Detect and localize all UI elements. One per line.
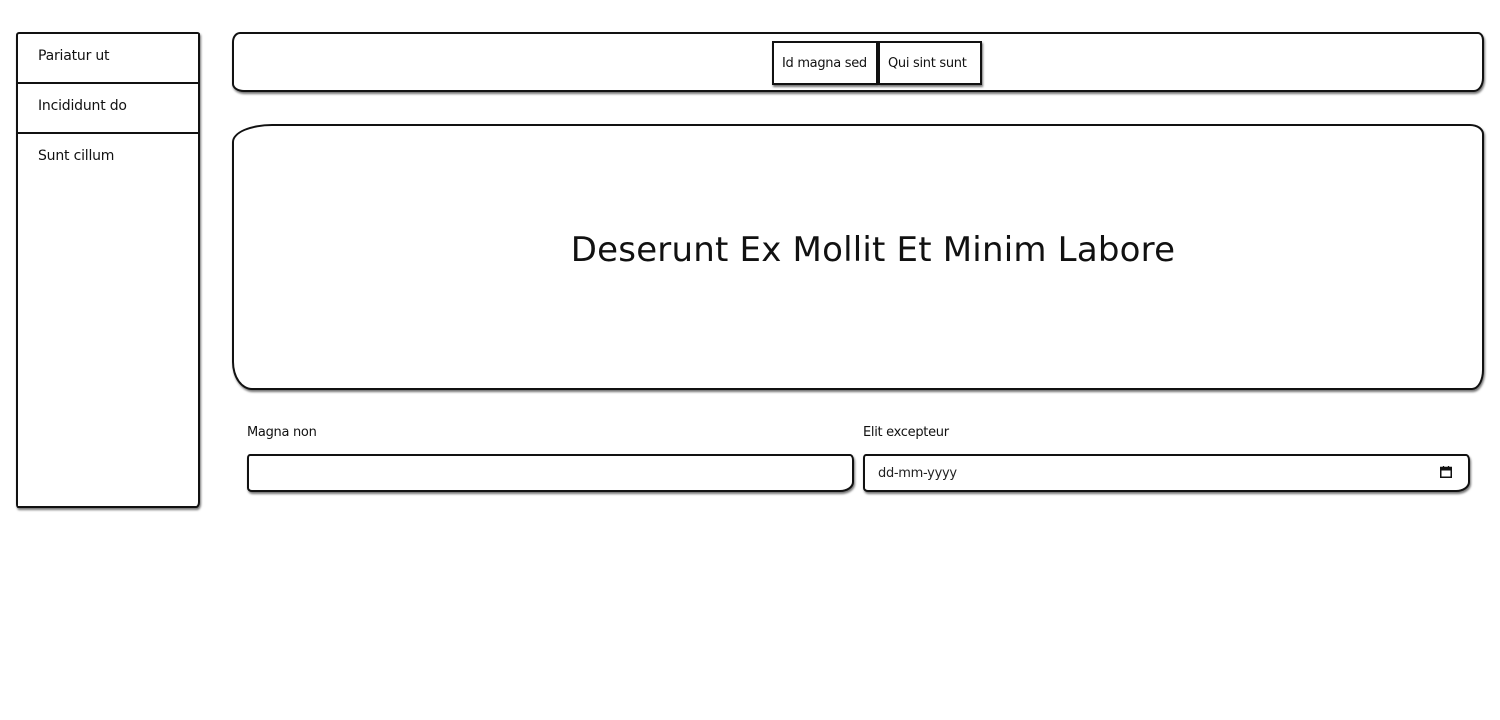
calendar-icon[interactable] <box>1440 466 1452 478</box>
sidebar-item-incididunt-do[interactable]: Incididunt do <box>18 84 198 134</box>
id-magna-sed-button[interactable]: Id magna sed <box>772 41 878 85</box>
sidebar-item-pariatur-ut[interactable]: Pariatur ut <box>18 34 198 84</box>
hero-title: Deserunt Ex Mollit Et Minim Labore <box>570 230 1176 270</box>
elit-excepteur-label: Elit excepteur <box>863 425 949 440</box>
hero-banner: Deserunt Ex Mollit Et Minim Labore <box>232 124 1484 390</box>
date-placeholder: dd-mm-yyyy <box>878 466 957 481</box>
top-bar: Id magna sed Qui sint sunt <box>232 32 1484 92</box>
top-bar-button-group: Id magna sed Qui sint sunt <box>772 41 982 85</box>
magna-non-label: Magna non <box>247 425 317 440</box>
magna-non-input[interactable] <box>247 454 854 492</box>
elit-excepteur-date-input[interactable]: dd-mm-yyyy <box>863 454 1470 492</box>
sidebar-item-label: Sunt cillum <box>38 148 115 164</box>
sidebar-item-sunt-cillum[interactable]: Sunt cillum <box>18 134 198 184</box>
qui-sint-sunt-button[interactable]: Qui sint sunt <box>878 41 982 85</box>
sidebar: Pariatur ut Incididunt do Sunt cillum <box>16 32 200 508</box>
sidebar-item-label: Pariatur ut <box>38 48 110 64</box>
sidebar-item-label: Incididunt do <box>38 98 127 114</box>
